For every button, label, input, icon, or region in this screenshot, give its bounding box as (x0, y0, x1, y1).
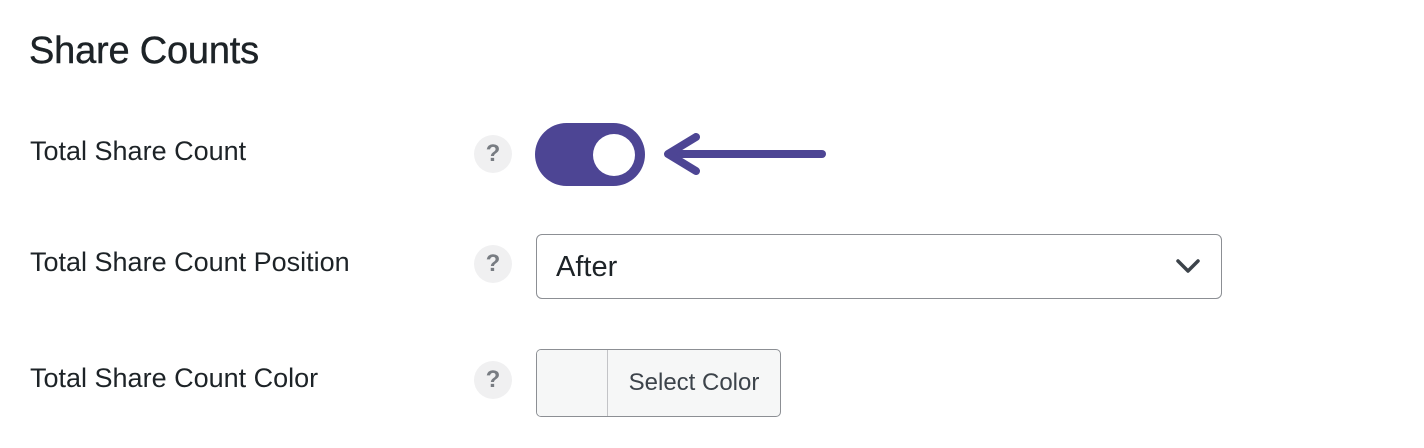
settings-page: Share Counts Total Share Count ? Total S… (0, 0, 1424, 448)
left-arrow-icon (664, 133, 826, 175)
section-title: Share Counts (29, 30, 260, 72)
help-icon[interactable]: ? (474, 361, 512, 399)
total-share-count-label: Total Share Count (30, 136, 247, 166)
select-color-label: Select Color (628, 369, 760, 396)
total-share-count-position-label: Total Share Count Position (30, 247, 350, 277)
question-mark-icon: ? (485, 366, 501, 393)
help-icon[interactable]: ? (474, 135, 512, 173)
select-value: After (556, 251, 618, 283)
chevron-down-icon (1176, 259, 1200, 273)
help-icon[interactable]: ? (474, 245, 512, 283)
select-color-button[interactable]: Select Color (536, 349, 781, 417)
toggle-knob (593, 134, 635, 176)
question-mark-icon: ? (485, 250, 501, 277)
total-share-count-toggle[interactable] (535, 123, 645, 186)
question-mark-icon: ? (485, 140, 501, 167)
share-count-position-select[interactable]: After (536, 234, 1222, 299)
color-swatch (537, 350, 608, 416)
total-share-count-color-label: Total Share Count Color (30, 363, 319, 393)
